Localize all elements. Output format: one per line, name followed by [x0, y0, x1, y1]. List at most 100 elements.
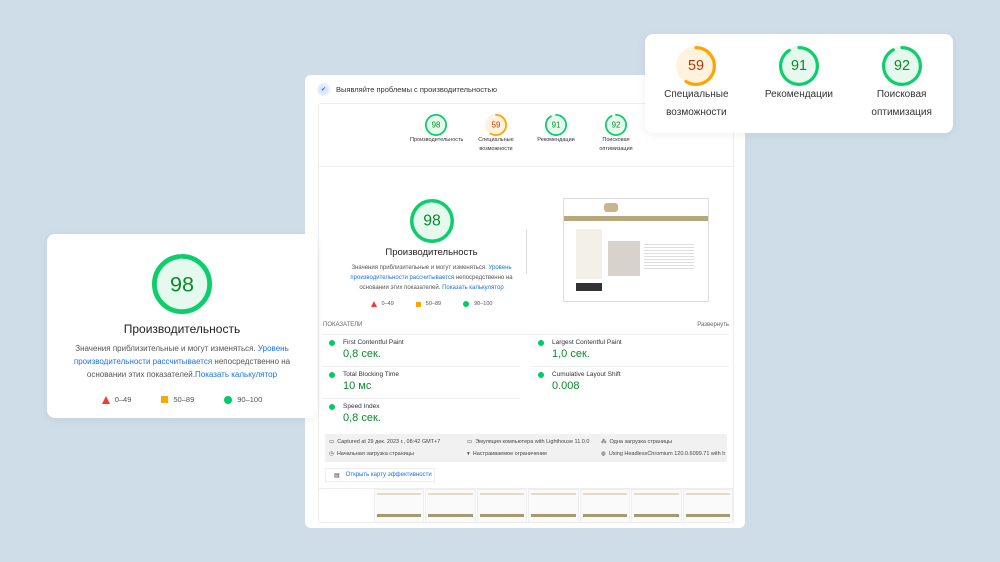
metric-name: Total Blocking Time [343, 371, 399, 378]
gauge-score: 98 [170, 272, 194, 297]
metric-si: Speed Index 0,8 сек. [323, 399, 520, 431]
report-body: 98 Производительность 59 Специальные возмо… [318, 103, 734, 523]
gauge-performance[interactable]: 98 Производительность [410, 114, 464, 154]
circle-icon [538, 339, 544, 346]
triangle-icon [370, 301, 377, 307]
score-gauge: 91 [778, 46, 819, 86]
filmstrip-frame [528, 489, 579, 523]
desc-text: Значения приблизительные и могут изменят… [351, 265, 487, 271]
circle-icon [538, 371, 544, 378]
metric-name: Cumulative Layout Shift [552, 371, 621, 378]
metric-value: 0,8 сек. [343, 348, 381, 360]
metric-value: 0.008 [552, 380, 580, 392]
score-gauge: 59 [485, 114, 507, 136]
gauge-seo[interactable]: 92 Поисковая оптимизация [590, 114, 642, 154]
filmstrip-frame [682, 489, 733, 523]
info-captured: Captured at 29 дек. 2023 г., 08:42 GMT+7 [337, 439, 441, 445]
gauge-score: 91 [552, 121, 561, 130]
info-session: Одна загрузка страницы [609, 439, 673, 445]
square-icon [415, 301, 421, 307]
filmstrip-frame [374, 489, 425, 523]
info-browser[interactable]: Using HeadlessChromium 120.0.6099.71 wit… [609, 451, 725, 457]
filmstrip-frame [579, 489, 631, 523]
legend-good: 90–100 [474, 301, 493, 307]
calculator-link[interactable]: Показать калькулятор [195, 370, 277, 379]
gauge-label: Поисковая оптимизация [599, 137, 633, 152]
triangle-icon [101, 395, 110, 404]
gauge-accessibility[interactable]: 59 Специальные возможности [651, 46, 741, 133]
circle-icon [224, 395, 233, 404]
gauge-best-practices[interactable]: 91 Рекомендации [754, 46, 844, 133]
metric-value: 0,8 сек. [343, 412, 381, 424]
score-gauge: 59 [676, 46, 717, 86]
circle-icon [329, 339, 335, 346]
performance-title: Производительность [123, 322, 241, 336]
gauge-score: 91 [791, 58, 807, 74]
gauge-label: Рекомендации [764, 89, 834, 100]
circle-icon [463, 301, 470, 307]
score-gauge: 92 [605, 114, 627, 136]
run-info: ▭ Captured at 29 дек. 2023 г., 08:42 GMT+… [325, 434, 727, 462]
info-emulation: Эмуляция компьютера with Lighthouse 11.0… [475, 439, 590, 445]
square-icon [161, 396, 169, 403]
categories-zoom-card: 59 Специальные возможности 91 Рекомендации… [645, 34, 953, 133]
legend-bad: 0–49 [381, 301, 394, 307]
gauge-score: 59 [492, 121, 501, 130]
gauge-score: 92 [612, 121, 621, 130]
metric-value: 10 мс [343, 380, 372, 392]
calculator-link[interactable]: Показать калькулятор [442, 285, 504, 291]
metric-value: 1,0 сек. [552, 348, 590, 360]
filmstrip-frame [476, 489, 528, 523]
performance-summary: 98 Производительность Значения приблизит… [339, 199, 524, 307]
report-panel: ✔ Выявляйте проблемы с производительность… [305, 75, 745, 528]
divider [319, 166, 733, 167]
score-legend: 0–49 50–89 90–100 [47, 395, 317, 404]
gauge-label: Поисковая оптимизация [871, 89, 932, 118]
metrics-section: ПОКАЗАТЕЛИ Развернуть First Contentful Pa… [319, 318, 733, 431]
desc-text: Значения приблизительные и могут изменят… [75, 344, 256, 353]
info-throttling: Настраиваемое ограничение [472, 451, 548, 457]
gauge-score: 92 [894, 58, 910, 74]
gauge-seo[interactable]: 92 Поисковая оптимизация [857, 46, 947, 133]
metric-cls: Cumulative Layout Shift 0.008 [532, 367, 729, 399]
legend-average: 50–89 [173, 395, 195, 404]
score-gauge: 98 [409, 199, 454, 243]
metric-name: First Contentful Paint [343, 339, 404, 346]
gauge-label: Рекомендации [537, 137, 575, 143]
filmstrip-frame [425, 489, 476, 523]
legend-good: 90–100 [237, 395, 263, 404]
metric-tbt: Total Blocking Time 10 мс [323, 367, 520, 399]
gauge-best-practices[interactable]: 91 Рекомендации [530, 114, 582, 154]
gauge-score: 98 [432, 121, 441, 130]
section-title: Выявляйте проблемы с производительностью [336, 85, 497, 94]
metric-lcp: Largest Contentful Paint 1,0 сек. [532, 335, 729, 367]
treemap-button[interactable]: ▤ Открыть карту эффективности [325, 468, 435, 482]
score-gauge: 92 [881, 46, 922, 86]
gauge-label: Специальные возможности [664, 89, 729, 118]
circle-icon [329, 371, 335, 378]
treemap-label: Открыть карту эффективности [345, 472, 432, 478]
score-legend: 0–49 50–89 90–100 [339, 301, 524, 307]
calendar-icon: ▭ [329, 439, 335, 445]
performance-description: Значения приблизительные и могут изменят… [339, 263, 524, 293]
info-load: Начальная загрузка страницы [336, 451, 414, 457]
expand-button[interactable]: Развернуть [697, 322, 729, 328]
gauge-label: Специальные возможности [478, 137, 514, 152]
filmstrip [319, 488, 733, 524]
metrics-heading: ПОКАЗАТЕЛИ [323, 322, 363, 328]
chrome-icon: ◍ [601, 451, 606, 457]
desktop-icon: ▭ [467, 439, 473, 445]
treemap-icon: ▤ [334, 472, 340, 479]
gauge-label: Производительность [410, 137, 464, 143]
metric-name: Speed Index [343, 403, 380, 410]
circle-icon [329, 403, 335, 410]
gauge-accessibility[interactable]: 59 Специальные возможности [470, 114, 522, 154]
page-screenshot [563, 198, 709, 302]
score-gauge: 98 [425, 114, 447, 136]
metric-fcp: First Contentful Paint 0,8 сек. [323, 335, 520, 367]
performance-description: Значения приблизительные и могут изменят… [47, 342, 317, 381]
gauge-score: 98 [423, 213, 441, 230]
wifi-icon: ▾ [467, 451, 470, 457]
section-header[interactable]: ✔ Выявляйте проблемы с производительность… [319, 85, 497, 94]
timer-icon: ◷ [329, 451, 334, 457]
